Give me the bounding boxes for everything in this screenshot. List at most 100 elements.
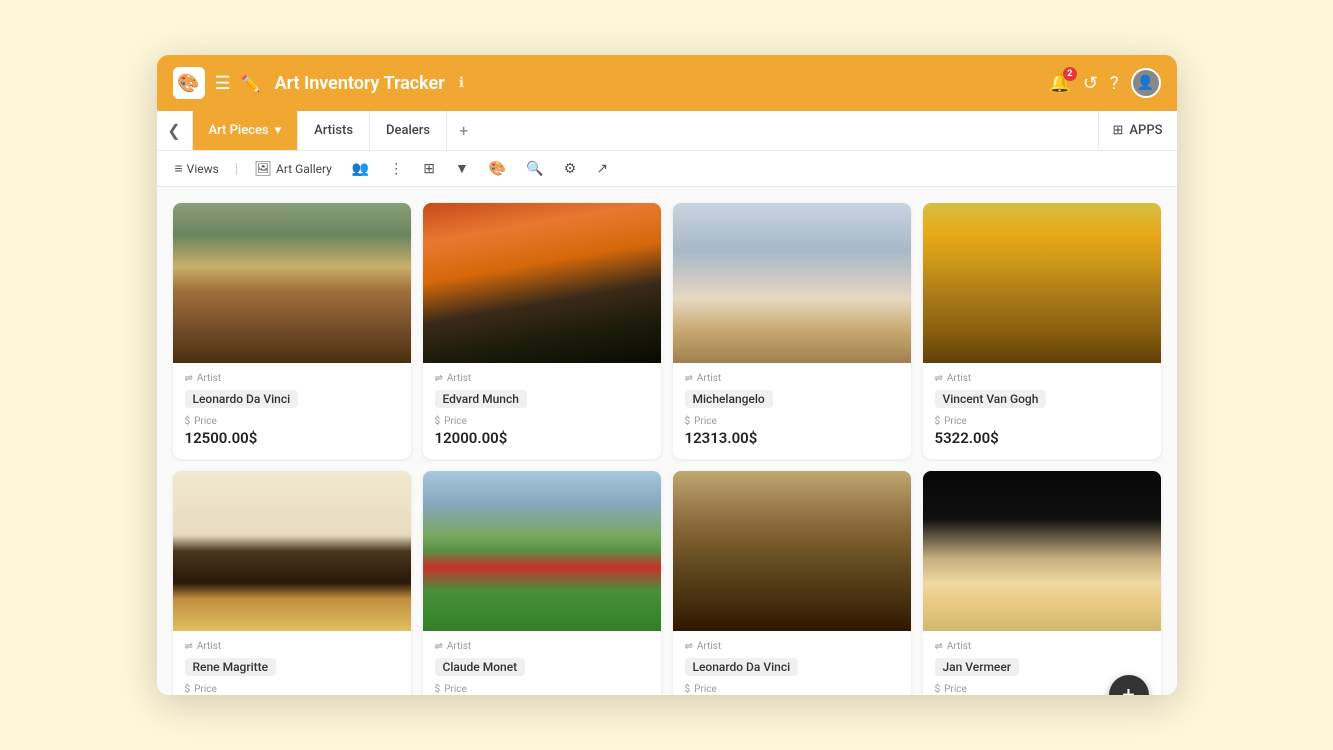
views-button[interactable]: ≡ Views [169,158,225,179]
artist-icon-3: ⇌ [685,373,693,384]
edit-icon[interactable]: ✏️ [241,74,261,93]
header-right: 🔔 2 ↺ ? 👤 [1048,68,1160,98]
artist-label-3: ⇌ Artist [685,373,899,384]
artist-label-8: ⇌ Artist [935,641,1149,652]
info-icon[interactable]: ℹ [459,75,464,91]
art-image-7 [673,471,911,631]
help-button[interactable]: ? [1110,73,1119,94]
art-image-8 [923,471,1161,631]
art-card-1[interactable]: ⇌ Artist Leonardo Da Vinci $ Price 12500… [173,203,411,459]
art-image-5 [173,471,411,631]
price-icon-4: $ [935,416,941,427]
gallery-grid: ⇌ Artist Leonardo Da Vinci $ Price 12500… [173,203,1161,695]
price-icon-2: $ [435,416,441,427]
apps-button[interactable]: ⊞ APPS [1098,111,1177,150]
hamburger-icon[interactable]: ☰ [215,73,231,94]
manage-fields-button[interactable]: ⊞ [417,159,441,179]
gallery-container: ⇌ Artist Leonardo Da Vinci $ Price 12500… [157,187,1177,695]
notification-button[interactable]: 🔔 2 [1048,73,1070,94]
price-icon-7: $ [685,684,691,695]
artist-label-4: ⇌ Artist [935,373,1149,384]
artist-value-6: Claude Monet [435,658,526,676]
artist-value-1: Leonardo Da Vinci [185,390,299,408]
tab-artists[interactable]: Artists [298,111,370,150]
settings-icon: ⚙ [564,161,577,177]
header-left: 🎨 ☰ ✏️ Art Inventory Tracker ℹ [173,67,1049,99]
art-card-3[interactable]: ⇌ Artist Michelangelo $ Price 12313.00$ [673,203,911,459]
art-card-5[interactable]: ⇌ Artist Rene Magritte $ Price 4563.00$ [173,471,411,695]
art-image-6 [423,471,661,631]
tab-collapse-button[interactable]: ❮ [157,111,193,150]
gallery-icon: 🖼 [254,161,272,177]
art-image-4 [923,203,1161,363]
art-card-2[interactable]: ⇌ Artist Edvard Munch $ Price 12000.00$ [423,203,661,459]
search-icon: 🔍 [526,161,543,177]
art-image-2 [423,203,661,363]
artist-icon-8: ⇌ [935,641,943,652]
art-card-7[interactable]: ⇌ Artist Leonardo Da Vinci $ Price 8965.… [673,471,911,695]
app-window: 🎨 ☰ ✏️ Art Inventory Tracker ℹ 🔔 2 ↺ ? 👤… [157,55,1177,695]
apps-label: APPS [1129,123,1162,138]
price-value-3: 12313.00$ [685,429,899,447]
artist-icon-6: ⇌ [435,641,443,652]
color-button[interactable]: 🎨 [483,159,512,179]
views-label: Views [187,162,219,176]
apps-grid-icon: ⊞ [1113,123,1124,138]
filter-icon: ▼ [455,160,469,177]
art-card-6[interactable]: ⇌ Artist Claude Monet $ Price 12365.00$ [423,471,661,695]
app-logo: 🎨 [173,67,205,99]
price-icon-6: $ [435,684,441,695]
tab-dealers-label: Dealers [386,123,430,138]
artist-label-1: ⇌ Artist [185,373,399,384]
filter-button[interactable]: ▼ [449,158,475,179]
more-options-button[interactable]: ⋮ [383,159,409,179]
history-button[interactable]: ↺ [1083,73,1098,94]
group-button[interactable]: 👥 [346,159,375,179]
toolbar: ≡ Views | 🖼 Art Gallery 👥 ⋮ ⊞ ▼ 🎨 🔍 ⚙ [157,151,1177,187]
artist-value-5: Rene Magritte [185,658,277,676]
tab-add-button[interactable]: + [447,111,480,150]
color-icon: 🎨 [489,161,506,177]
artist-label-6: ⇌ Artist [435,641,649,652]
header: 🎨 ☰ ✏️ Art Inventory Tracker ℹ 🔔 2 ↺ ? 👤 [157,55,1177,111]
artist-value-2: Edvard Munch [435,390,527,408]
artist-label-5: ⇌ Artist [185,641,399,652]
tab-artists-label: Artists [314,123,353,138]
art-card-body-6: ⇌ Artist Claude Monet $ Price 12365.00$ [423,631,661,695]
group-icon: 👥 [352,161,369,177]
price-value-1: 12500.00$ [185,429,399,447]
artist-icon-1: ⇌ [185,373,193,384]
tab-art-pieces[interactable]: Art Pieces ▾ [193,111,299,150]
art-card-body-2: ⇌ Artist Edvard Munch $ Price 12000.00$ [423,363,661,459]
price-label-5: $ Price [185,684,399,695]
avatar[interactable]: 👤 [1131,68,1161,98]
price-label-6: $ Price [435,684,649,695]
art-card-body-5: ⇌ Artist Rene Magritte $ Price 4563.00$ [173,631,411,695]
art-image-1 [173,203,411,363]
views-icon: ≡ [175,160,183,177]
share-button[interactable]: ↗ [590,159,614,179]
settings-button[interactable]: ⚙ [558,159,583,179]
art-card-body-1: ⇌ Artist Leonardo Da Vinci $ Price 12500… [173,363,411,459]
artist-value-7: Leonardo Da Vinci [685,658,799,676]
tab-dealers[interactable]: Dealers [370,111,447,150]
tab-art-pieces-label: Art Pieces [209,123,269,138]
more-options-icon: ⋮ [389,161,403,177]
price-icon-3: $ [685,416,691,427]
price-label-4: $ Price [935,416,1149,427]
gallery-view-button[interactable]: 🖼 Art Gallery [248,159,338,179]
artist-value-4: Vincent Van Gogh [935,390,1047,408]
art-card-8[interactable]: ⇌ Artist Jan Vermeer $ Price 4566.00$ + [923,471,1161,695]
search-button[interactable]: 🔍 [520,159,549,179]
price-label-7: $ Price [685,684,899,695]
art-card-body-4: ⇌ Artist Vincent Van Gogh $ Price 5322.0… [923,363,1161,459]
art-card-body-7: ⇌ Artist Leonardo Da Vinci $ Price 8965.… [673,631,911,695]
gallery-label: Art Gallery [276,162,332,176]
share-icon: ↗ [596,161,608,177]
price-label-1: $ Price [185,416,399,427]
tab-bar: ❮ Art Pieces ▾ Artists Dealers + ⊞ APPS [157,111,1177,151]
art-card-4[interactable]: ⇌ Artist Vincent Van Gogh $ Price 5322.0… [923,203,1161,459]
logo-emoji: 🎨 [177,73,199,94]
price-icon-8: $ [935,684,941,695]
manage-fields-icon: ⊞ [423,161,435,177]
